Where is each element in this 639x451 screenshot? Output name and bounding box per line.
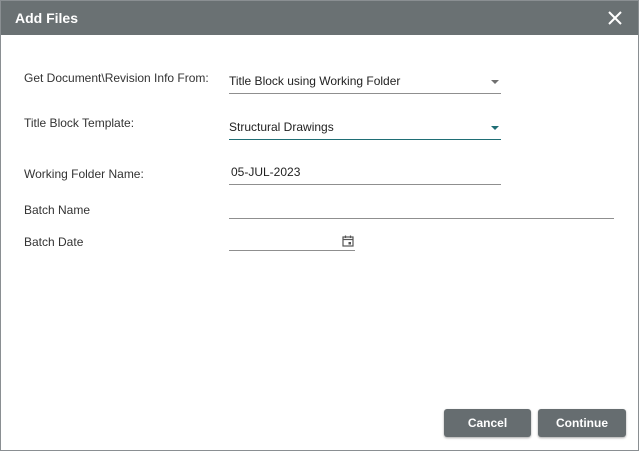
chevron-down-icon: [491, 126, 499, 130]
add-files-dialog: Add Files Get Document\Revision Info Fro…: [0, 0, 639, 451]
template-select[interactable]: Structural Drawings: [229, 117, 501, 140]
dialog-title: Add Files: [15, 10, 79, 26]
close-icon: [608, 11, 622, 25]
batch-date-label: Batch Date: [24, 235, 84, 249]
close-button[interactable]: [606, 9, 624, 27]
source-select[interactable]: Title Block using Working Folder: [229, 71, 501, 94]
batch-name-input[interactable]: [229, 196, 614, 219]
dialog-titlebar: Add Files: [1, 1, 638, 35]
source-label: Get Document\Revision Info From:: [24, 71, 209, 85]
calendar-icon[interactable]: [342, 235, 354, 247]
template-value: Structural Drawings: [229, 120, 334, 134]
cancel-button[interactable]: Cancel: [444, 409, 531, 437]
template-label: Title Block Template:: [24, 116, 135, 130]
batch-date-input[interactable]: [229, 228, 355, 251]
continue-button[interactable]: Continue: [538, 409, 626, 437]
source-value: Title Block using Working Folder: [229, 74, 401, 88]
working-folder-value: 05-JUL-2023: [231, 165, 301, 179]
working-folder-input[interactable]: 05-JUL-2023: [229, 162, 501, 185]
chevron-down-icon: [491, 80, 499, 84]
working-folder-label: Working Folder Name:: [24, 167, 144, 181]
batch-name-label: Batch Name: [24, 203, 91, 217]
